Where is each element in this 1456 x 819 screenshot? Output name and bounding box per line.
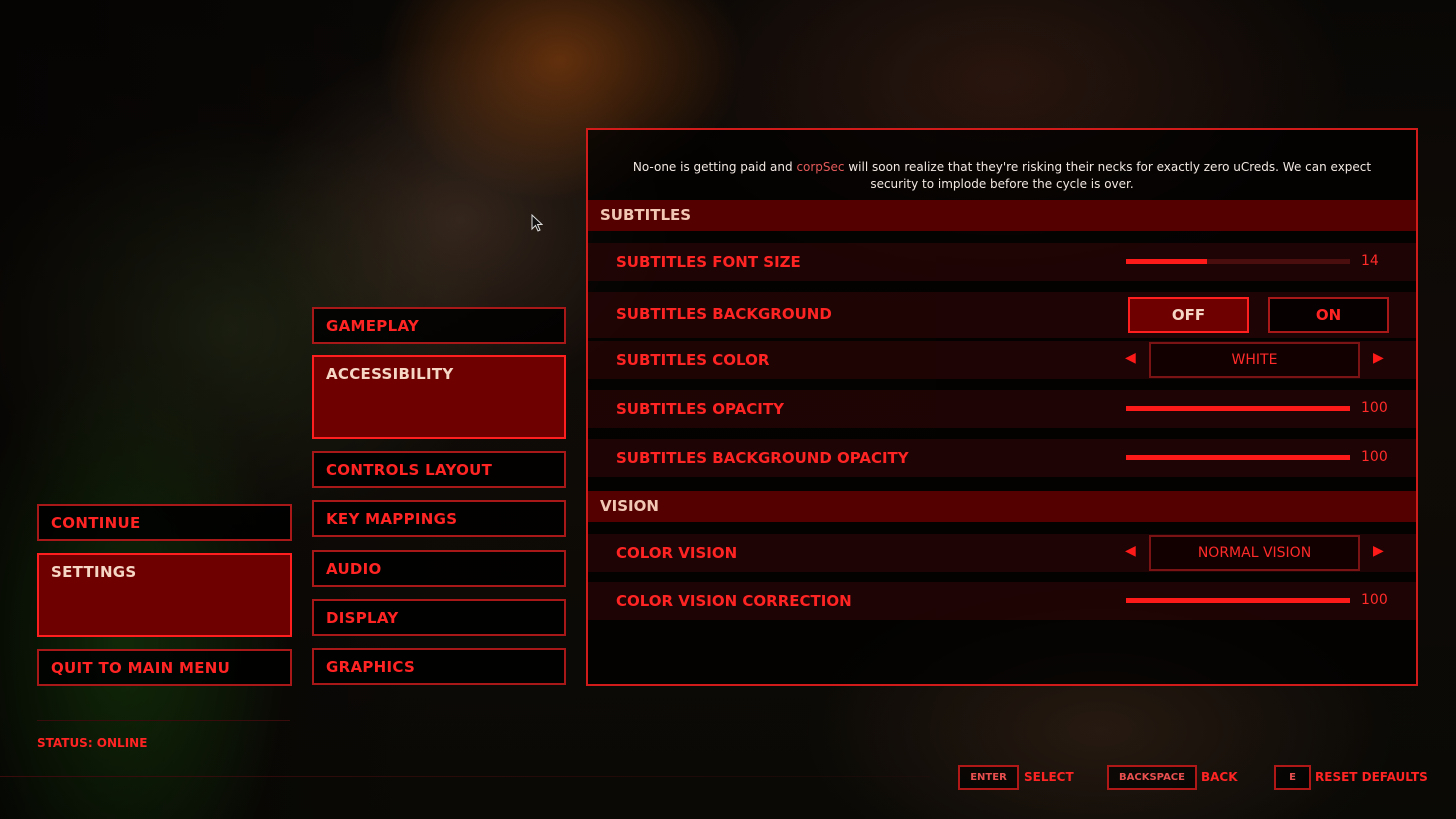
hint-back: BACK bbox=[1201, 770, 1238, 784]
toggle-off-button[interactable]: OFF bbox=[1128, 297, 1249, 333]
quit-label: QUIT TO MAIN MENU bbox=[51, 659, 231, 677]
tab-label: GRAPHICS bbox=[326, 658, 416, 676]
tab-display[interactable]: DISPLAY bbox=[312, 599, 566, 636]
arrow-right-icon[interactable]: ▶ bbox=[1373, 350, 1384, 366]
section-header-subtitles: SUBTITLES bbox=[588, 200, 1416, 231]
setting-row-subtitles-background-opacity: SUBTITLES BACKGROUND OPACITY 100 bbox=[588, 439, 1416, 477]
key-label: BACKSPACE bbox=[1119, 772, 1185, 783]
tab-label: ACCESSIBILITY bbox=[326, 365, 454, 383]
tab-label: DISPLAY bbox=[326, 609, 399, 627]
key-label: E bbox=[1289, 772, 1296, 783]
status-text: STATUS: ONLINE bbox=[37, 736, 148, 750]
tab-accessibility[interactable]: ACCESSIBILITY bbox=[312, 355, 566, 439]
font-size-slider[interactable] bbox=[1126, 259, 1350, 264]
settings-label: SETTINGS bbox=[51, 563, 137, 581]
setting-label: SUBTITLES BACKGROUND bbox=[616, 305, 832, 323]
arrow-left-icon[interactable]: ◀ bbox=[1125, 543, 1136, 559]
tab-gameplay[interactable]: GAMEPLAY bbox=[312, 307, 566, 344]
footer-line bbox=[0, 776, 930, 777]
key-label: ENTER bbox=[970, 772, 1007, 783]
color-vision-selector[interactable]: NORMAL VISION bbox=[1149, 535, 1360, 571]
setting-label: COLOR VISION CORRECTION bbox=[616, 592, 852, 610]
slider-value: 100 bbox=[1361, 400, 1388, 416]
continue-button[interactable]: CONTINUE bbox=[37, 504, 292, 541]
subtitle-preview: No-one is getting paid and corpSec will … bbox=[608, 159, 1396, 193]
subtitles-color-selector[interactable]: WHITE bbox=[1149, 342, 1360, 378]
opacity-slider[interactable] bbox=[1126, 406, 1350, 411]
slider-fill bbox=[1126, 259, 1207, 264]
preview-highlight: corpSec bbox=[796, 160, 845, 174]
tab-label: KEY MAPPINGS bbox=[326, 510, 458, 528]
slider-value: 100 bbox=[1361, 592, 1388, 608]
setting-row-color-vision: COLOR VISION ◀ NORMAL VISION ▶ bbox=[588, 534, 1416, 572]
slider-value: 100 bbox=[1361, 449, 1388, 465]
tab-label: CONTROLS LAYOUT bbox=[326, 461, 493, 479]
hint-reset-defaults: RESET DEFAULTS bbox=[1315, 770, 1428, 784]
tab-graphics[interactable]: GRAPHICS bbox=[312, 648, 566, 685]
key-enter[interactable]: ENTER bbox=[958, 765, 1019, 790]
tab-label: GAMEPLAY bbox=[326, 317, 420, 335]
continue-label: CONTINUE bbox=[51, 514, 141, 532]
hint-select: SELECT bbox=[1024, 770, 1074, 784]
slider-fill bbox=[1126, 406, 1350, 411]
setting-row-color-vision-correction: COLOR VISION CORRECTION 100 bbox=[588, 582, 1416, 620]
section-header-vision: VISION bbox=[588, 491, 1416, 522]
setting-label: SUBTITLES OPACITY bbox=[616, 400, 784, 418]
selector-value: NORMAL VISION bbox=[1197, 545, 1312, 561]
tab-key-mappings[interactable]: KEY MAPPINGS bbox=[312, 500, 566, 537]
tab-label: AUDIO bbox=[326, 560, 382, 578]
key-backspace[interactable]: BACKSPACE bbox=[1107, 765, 1197, 790]
preview-text-before: No-one is getting paid and bbox=[632, 160, 797, 174]
menu-divider bbox=[37, 720, 290, 721]
selector-value: WHITE bbox=[1231, 352, 1278, 368]
slider-fill bbox=[1126, 598, 1350, 603]
slider-value: 14 bbox=[1361, 253, 1379, 269]
setting-label: SUBTITLES BACKGROUND OPACITY bbox=[616, 449, 909, 467]
setting-label: COLOR VISION bbox=[616, 544, 738, 562]
setting-row-subtitles-color: SUBTITLES COLOR ◀ WHITE ▶ bbox=[588, 341, 1416, 379]
toggle-label: ON bbox=[1315, 306, 1342, 324]
slider-fill bbox=[1126, 455, 1350, 460]
setting-row-subtitles-opacity: SUBTITLES OPACITY 100 bbox=[588, 390, 1416, 428]
setting-row-subtitles-background: SUBTITLES BACKGROUND OFF ON bbox=[588, 292, 1416, 338]
accessibility-settings-panel: No-one is getting paid and corpSec will … bbox=[586, 128, 1418, 686]
setting-label: SUBTITLES COLOR bbox=[616, 351, 770, 369]
color-vision-correction-slider[interactable] bbox=[1126, 598, 1350, 603]
tab-controls-layout[interactable]: CONTROLS LAYOUT bbox=[312, 451, 566, 488]
arrow-left-icon[interactable]: ◀ bbox=[1125, 350, 1136, 366]
setting-row-subtitles-font-size: SUBTITLES FONT SIZE 14 bbox=[588, 243, 1416, 281]
key-e[interactable]: E bbox=[1274, 765, 1311, 790]
tab-audio[interactable]: AUDIO bbox=[312, 550, 566, 587]
setting-label: SUBTITLES FONT SIZE bbox=[616, 253, 801, 271]
preview-text-after: will soon realize that they're risking t… bbox=[844, 160, 1372, 191]
background-opacity-slider[interactable] bbox=[1126, 455, 1350, 460]
mouse-cursor-icon bbox=[531, 214, 543, 232]
toggle-on-button[interactable]: ON bbox=[1268, 297, 1389, 333]
arrow-right-icon[interactable]: ▶ bbox=[1373, 543, 1384, 559]
settings-button[interactable]: SETTINGS bbox=[37, 553, 292, 637]
toggle-label: OFF bbox=[1171, 306, 1206, 324]
quit-to-main-menu-button[interactable]: QUIT TO MAIN MENU bbox=[37, 649, 292, 686]
